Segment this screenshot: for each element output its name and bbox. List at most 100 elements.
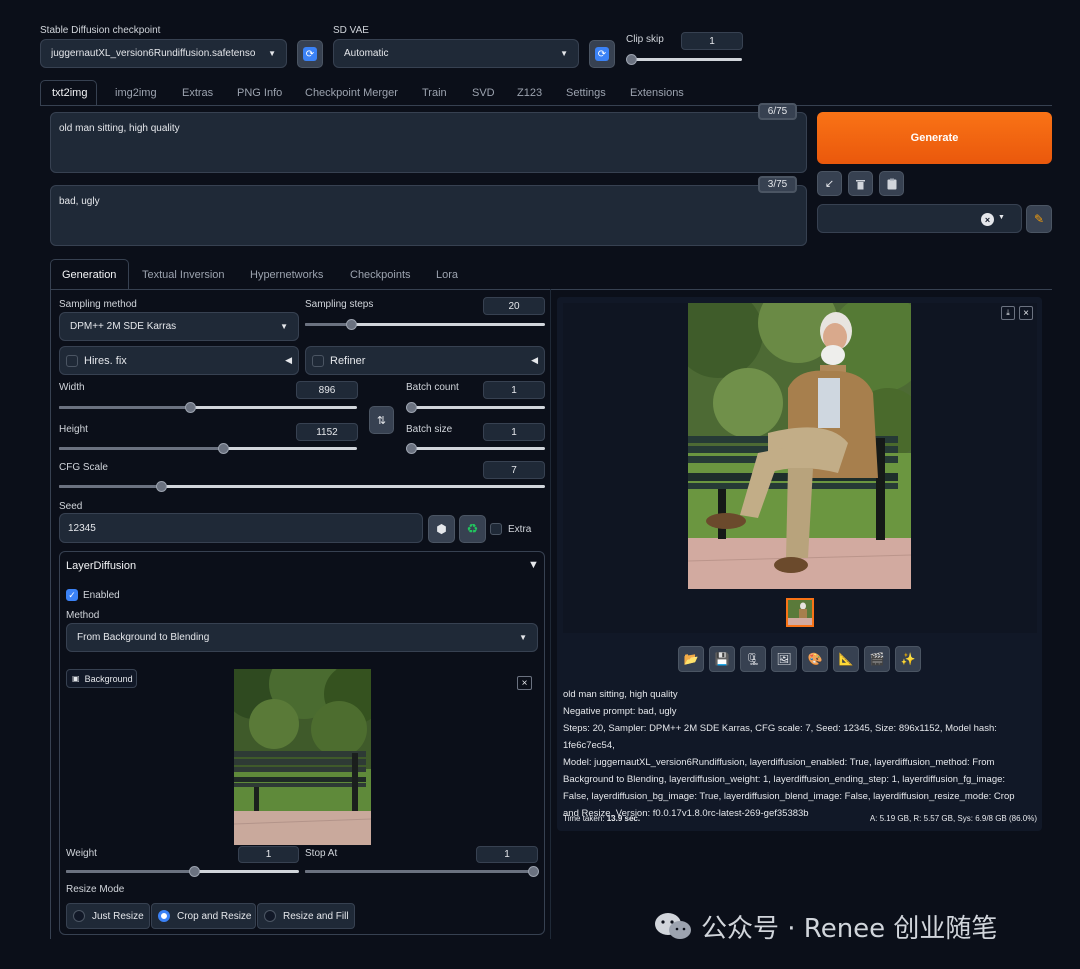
info-line: Background to Blending, layerdiffusion_w… bbox=[563, 774, 1006, 785]
hires-fix-accordion[interactable]: Hires. fix ◀ bbox=[59, 346, 299, 375]
enabled-checkbox[interactable]: ✓ bbox=[66, 589, 78, 601]
clip-skip-slider[interactable] bbox=[626, 52, 742, 66]
resize-option-label: Crop and Resize bbox=[177, 910, 252, 922]
enabled-label: Enabled bbox=[83, 590, 120, 601]
apply-style-button[interactable] bbox=[879, 171, 904, 196]
chevron-down-icon: ▼ bbox=[998, 214, 1005, 221]
vae-dropdown[interactable]: Automatic ▼ bbox=[333, 39, 579, 68]
collapse-triangle-icon[interactable]: ▼ bbox=[528, 559, 539, 571]
height-slider[interactable] bbox=[59, 441, 357, 455]
time-taken-label: Time taken: bbox=[563, 814, 605, 823]
tab-img2img[interactable]: img2img bbox=[115, 87, 157, 99]
height-input[interactable]: 1152 bbox=[296, 423, 358, 441]
refiner-accordion[interactable]: Refiner ◀ bbox=[305, 346, 545, 375]
palette-button[interactable]: 🎨 bbox=[802, 646, 828, 672]
save-button[interactable]: 💾 bbox=[709, 646, 735, 672]
tab-checkpoint-merger[interactable]: Checkpoint Merger bbox=[305, 87, 398, 99]
ruler-button[interactable]: 📐 bbox=[833, 646, 859, 672]
resize-option-label: Resize and Fill bbox=[283, 910, 349, 922]
tab-settings[interactable]: Settings bbox=[566, 87, 606, 99]
tab-z123[interactable]: Z123 bbox=[517, 87, 542, 99]
tab-svd[interactable]: SVD bbox=[472, 87, 495, 99]
styles-dropdown[interactable]: × ▼ bbox=[817, 204, 1022, 233]
stop-at-slider[interactable] bbox=[305, 864, 539, 878]
weight-input[interactable]: 1 bbox=[238, 846, 299, 863]
width-input[interactable]: 896 bbox=[296, 381, 358, 399]
swap-icon: ⇅ bbox=[376, 414, 387, 427]
image-button[interactable]: 🖼 bbox=[771, 646, 797, 672]
checkpoint-dropdown[interactable]: juggernautXL_version6Rundiffusion.safete… bbox=[40, 39, 287, 68]
clapper-icon: 🎬 bbox=[869, 652, 885, 666]
edit-styles-button[interactable]: ✎ bbox=[1026, 205, 1052, 233]
negative-prompt-input[interactable]: bad, ugly bbox=[50, 185, 807, 246]
sparkle-icon: ✨ bbox=[900, 652, 916, 666]
resize-option-crop-and-resize[interactable]: Crop and Resize bbox=[151, 903, 256, 929]
vram-usage: A: 5.19 GB, R: 5.57 GB, Sys: 6.9/8 GB (8… bbox=[869, 814, 1037, 823]
clear-background-icon[interactable]: × bbox=[517, 676, 532, 690]
reuse-seed-button[interactable]: ♻ bbox=[459, 515, 486, 543]
random-seed-button[interactable]: ⬢ bbox=[428, 515, 455, 543]
weight-slider[interactable] bbox=[66, 864, 299, 878]
clapper-button[interactable]: 🎬 bbox=[864, 646, 890, 672]
cfg-scale-input[interactable]: 7 bbox=[483, 461, 545, 479]
download-icon[interactable]: ⤓ bbox=[1001, 306, 1015, 320]
resize-option-resize-and-fill[interactable]: Resize and Fill bbox=[257, 903, 355, 929]
sampling-method-label: Sampling method bbox=[59, 299, 137, 310]
panel-separator bbox=[550, 289, 551, 939]
generated-image[interactable] bbox=[688, 303, 911, 589]
width-label: Width bbox=[59, 382, 85, 393]
triangle-left-icon: ◀ bbox=[285, 355, 292, 365]
folder-button[interactable]: 📂 bbox=[678, 646, 704, 672]
sampling-steps-slider[interactable] bbox=[305, 317, 545, 331]
sampling-steps-input[interactable]: 20 bbox=[483, 297, 545, 315]
positive-prompt-input[interactable]: old man sitting, high quality bbox=[50, 112, 807, 173]
info-line: Negative prompt: bad, ugly bbox=[563, 706, 677, 717]
batch-size-slider[interactable] bbox=[406, 441, 545, 455]
tab-txt2img[interactable]: txt2img bbox=[52, 87, 87, 99]
subtab-lora[interactable]: Lora bbox=[436, 269, 458, 281]
time-taken: Time taken: 13.9 sec. bbox=[563, 814, 640, 823]
close-icon[interactable]: × bbox=[1019, 306, 1033, 320]
refresh-checkpoint-button[interactable]: ⟳ bbox=[297, 40, 323, 68]
sparkle-button[interactable]: ✨ bbox=[895, 646, 921, 672]
method-dropdown[interactable]: From Background to Blending ▼ bbox=[66, 623, 538, 652]
cfg-scale-slider[interactable] bbox=[59, 479, 545, 493]
tab-png-info[interactable]: PNG Info bbox=[237, 87, 282, 99]
subtab-textual-inversion[interactable]: Textual Inversion bbox=[142, 269, 225, 281]
arrow-down-left-icon: ↙ bbox=[824, 178, 835, 190]
background-image[interactable] bbox=[234, 669, 371, 845]
width-slider[interactable] bbox=[59, 400, 357, 414]
subtab-generation[interactable]: Generation bbox=[62, 269, 116, 281]
seed-input[interactable]: 12345 bbox=[59, 513, 423, 543]
clear-prompt-button[interactable] bbox=[848, 171, 873, 196]
batch-count-input[interactable]: 1 bbox=[483, 381, 545, 399]
subtab-divider bbox=[50, 289, 1052, 290]
tab-extras[interactable]: Extras bbox=[182, 87, 213, 99]
refiner-checkbox[interactable] bbox=[312, 354, 324, 367]
swap-dimensions-button[interactable]: ⇅ bbox=[369, 406, 394, 434]
extra-seed-checkbox[interactable] bbox=[490, 523, 502, 535]
info-line: Model: juggernautXL_version6Rundiffusion… bbox=[563, 757, 995, 768]
hires-fix-checkbox[interactable] bbox=[66, 354, 78, 367]
cfg-scale-label: CFG Scale bbox=[59, 462, 108, 473]
batch-count-slider[interactable] bbox=[406, 400, 545, 414]
sampling-method-dropdown[interactable]: DPM++ 2M SDE Karras ▼ bbox=[59, 312, 299, 341]
tab-train[interactable]: Train bbox=[422, 87, 447, 99]
batch-size-input[interactable]: 1 bbox=[483, 423, 545, 441]
generate-button[interactable]: Generate bbox=[817, 112, 1052, 164]
read-params-button[interactable]: ↙ bbox=[817, 171, 842, 196]
thumbnail-image bbox=[788, 600, 812, 625]
refresh-vae-button[interactable]: ⟳ bbox=[589, 40, 615, 68]
stop-at-input[interactable]: 1 bbox=[476, 846, 538, 863]
batch-count-label: Batch count bbox=[406, 382, 459, 393]
tab-extensions[interactable]: Extensions bbox=[630, 87, 684, 99]
gallery-thumbnail[interactable] bbox=[786, 598, 814, 627]
resize-option-just-resize[interactable]: Just Resize bbox=[66, 903, 150, 929]
subtab-hypernetworks[interactable]: Hypernetworks bbox=[250, 269, 323, 281]
wechat-icon bbox=[655, 912, 691, 939]
subtab-checkpoints[interactable]: Checkpoints bbox=[350, 269, 411, 281]
clear-styles-icon[interactable]: × bbox=[981, 213, 994, 226]
clipboard-icon bbox=[887, 178, 896, 189]
clip-skip-input[interactable]: 1 bbox=[681, 32, 743, 50]
zip-button[interactable]: 🗜 bbox=[740, 646, 766, 672]
